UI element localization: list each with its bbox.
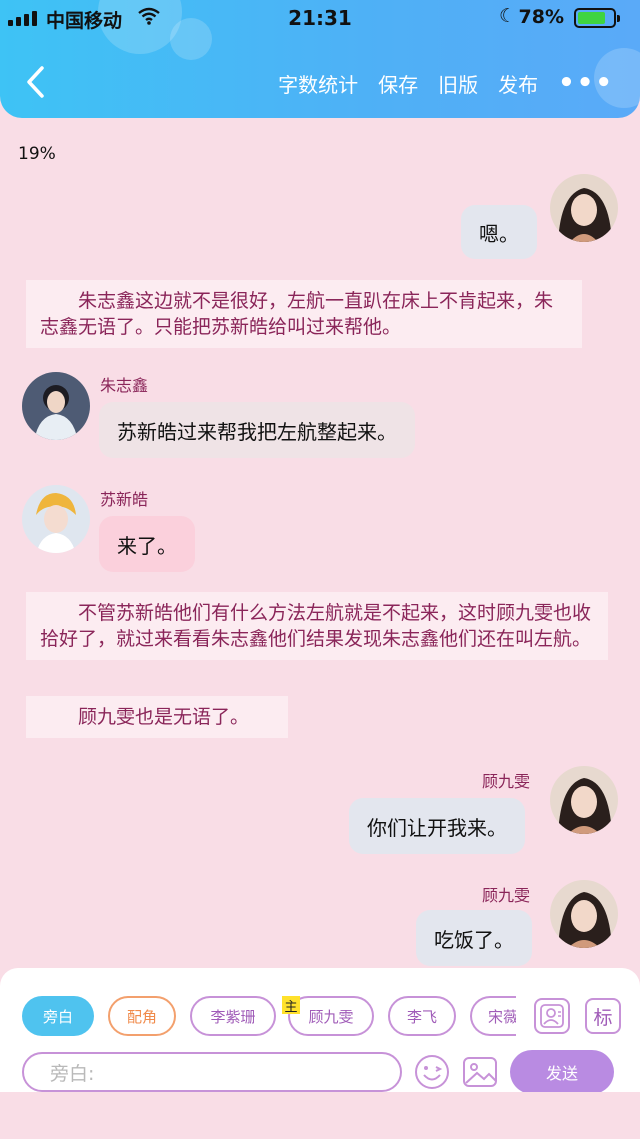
progress-percent: 19%	[18, 144, 56, 164]
bottom-strip	[0, 1092, 640, 1139]
word-count-button[interactable]: 字数统计	[278, 69, 358, 98]
contact-card-icon[interactable]	[534, 998, 570, 1034]
chevron-left-icon[interactable]	[22, 64, 52, 100]
speaker-name: 苏新皓	[100, 490, 149, 509]
avatar[interactable]	[550, 766, 618, 834]
message-text: 来了。	[117, 533, 177, 558]
more-dots-icon[interactable]: •••	[558, 68, 614, 98]
avatar[interactable]	[550, 880, 618, 948]
status-bar: 中国移动 21:31 ☾ 78%	[0, 0, 640, 36]
message-bubble[interactable]: 吃饭了。	[416, 910, 532, 966]
role-chip-character[interactable]: 宋薇	[470, 996, 516, 1036]
emoji-icon[interactable]	[412, 1052, 452, 1092]
message-input[interactable]: 旁白:	[22, 1052, 402, 1092]
tag-label: 标	[593, 1006, 613, 1029]
narration-text: 不管苏新皓他们有什么方法左航就是不起来，这时顾九雯也收拾好了，就过来看看朱志鑫他…	[40, 602, 592, 650]
narration-block[interactable]: 顾九雯也是无语了。	[26, 696, 288, 738]
top-bar: 中国移动 21:31 ☾ 78% 字数统计 保存 旧版 发布 •••	[0, 0, 640, 118]
speaker-name: 朱志鑫	[100, 376, 149, 395]
role-chip-character[interactable]: 顾九雯	[288, 996, 374, 1036]
role-chip-character[interactable]: 李飞	[388, 996, 456, 1036]
publish-button[interactable]: 发布	[498, 69, 538, 98]
message-bubble[interactable]: 来了。	[99, 516, 195, 572]
role-chip-supporting[interactable]: 配角	[108, 996, 176, 1036]
battery-icon	[574, 8, 620, 28]
message-text: 嗯。	[479, 221, 519, 246]
moon-icon: ☾	[498, 5, 516, 27]
narration-block[interactable]: 朱志鑫这边就不是很好，左航一直趴在床上不肯起来，朱志鑫无语了。只能把苏新皓给叫过…	[26, 280, 582, 348]
narration-text: 顾九雯也是无语了。	[78, 706, 250, 728]
message-text: 你们让开我来。	[367, 815, 507, 840]
avatar[interactable]	[550, 174, 618, 242]
message-bubble[interactable]: 苏新皓过来帮我把左航整起来。	[99, 402, 415, 458]
role-chip-character[interactable]: 李紫珊	[190, 996, 276, 1036]
send-button[interactable]: 发送	[510, 1050, 614, 1094]
message-bubble[interactable]: 你们让开我来。	[349, 798, 525, 854]
role-chip-narrator[interactable]: 旁白	[22, 996, 94, 1036]
narration-block[interactable]: 不管苏新皓他们有什么方法左航就是不起来，这时顾九雯也收拾好了，就过来看看朱志鑫他…	[26, 592, 608, 660]
message-text: 苏新皓过来帮我把左航整起来。	[117, 419, 397, 444]
save-button[interactable]: 保存	[378, 69, 418, 98]
message-bubble[interactable]: 嗯。	[461, 205, 537, 259]
avatar[interactable]	[22, 485, 90, 553]
main-role-badge: 主	[282, 996, 300, 1015]
speaker-name: 顾九雯	[482, 772, 531, 791]
speaker-name: 顾九雯	[482, 886, 531, 905]
input-placeholder: 旁白:	[50, 1062, 95, 1085]
battery-percent: 78%	[518, 6, 564, 28]
tag-button[interactable]: 标	[585, 998, 621, 1034]
header-actions: 字数统计 保存 旧版 发布 •••	[278, 68, 640, 98]
message-text: 吃饭了。	[434, 927, 514, 952]
old-version-button[interactable]: 旧版	[438, 69, 478, 98]
image-icon[interactable]	[460, 1052, 500, 1092]
narration-text: 朱志鑫这边就不是很好，左航一直趴在床上不肯起来，朱志鑫无语了。只能把苏新皓给叫过…	[40, 290, 554, 338]
avatar[interactable]	[22, 372, 90, 440]
